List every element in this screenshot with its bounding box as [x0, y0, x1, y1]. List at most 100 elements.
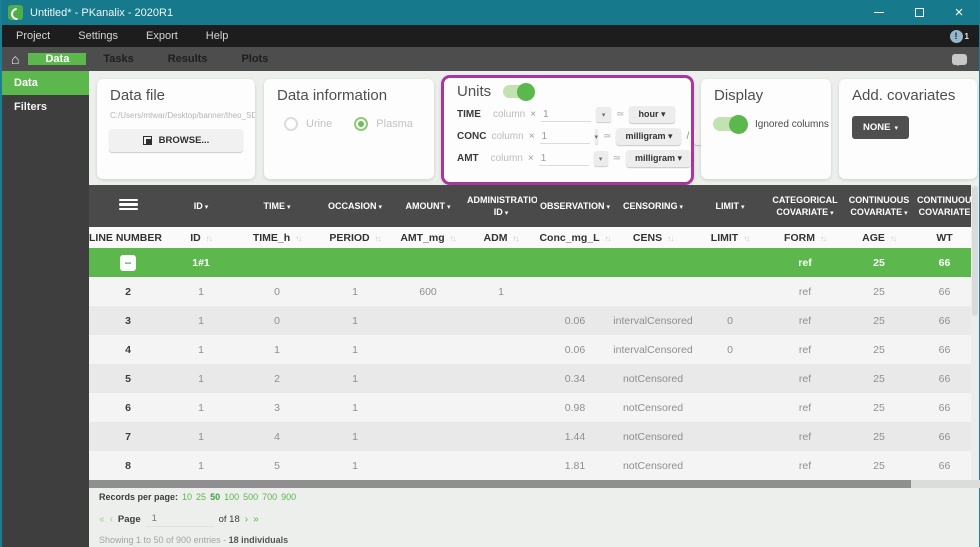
- menu-item-export[interactable]: Export: [132, 30, 192, 42]
- units-title: Units: [457, 83, 492, 100]
- records-option-10[interactable]: 10: [182, 492, 192, 502]
- add-covariates-none-button[interactable]: NONE ▾: [852, 116, 909, 139]
- column-header-line-number[interactable]: LINE NUMBER↑↓: [89, 227, 167, 248]
- table-cell: [465, 248, 537, 277]
- chevron-down-icon: ▾: [830, 209, 834, 217]
- mapping-header-observation[interactable]: OBSERVATION ▾: [537, 185, 613, 227]
- horizontal-scrollbar-thumb[interactable]: [89, 480, 911, 488]
- tab-results[interactable]: Results: [151, 53, 225, 65]
- mapping-header-continuous-covariate[interactable]: CONTINUOUS COVARIATE: [915, 185, 974, 227]
- page-number-input[interactable]: [145, 511, 214, 527]
- records-option-50[interactable]: 50: [210, 492, 220, 502]
- table-cell: [465, 306, 537, 335]
- units-toggle[interactable]: [503, 82, 536, 101]
- home-icon[interactable]: ⌂: [2, 47, 28, 71]
- close-button[interactable]: ×: [939, 0, 979, 25]
- column-header-amt-mg[interactable]: AMT_mg ↑↓: [391, 227, 465, 248]
- records-option-25[interactable]: 25: [196, 492, 206, 502]
- column-header-limit[interactable]: LIMIT ↑↓: [693, 227, 767, 248]
- unit-select-hour[interactable]: hour ▾: [629, 106, 675, 123]
- mapping-header-continuous-covariate[interactable]: CONTINUOUS COVARIATE ▾: [843, 185, 915, 227]
- browse-button[interactable]: BROWSE...: [109, 129, 243, 152]
- mapping-header-administration-id[interactable]: ADMINISTRATION ID ▾: [465, 185, 537, 227]
- sidebar-item-filters[interactable]: Filters: [2, 95, 89, 119]
- table-cell: 66: [938, 430, 951, 443]
- table-cell: [465, 422, 537, 451]
- tab-plots[interactable]: Plots: [224, 53, 285, 65]
- table-cell: ref: [798, 314, 812, 327]
- unit-factor-input[interactable]: [541, 107, 592, 122]
- column-header-adm[interactable]: ADM ↑↓: [465, 227, 537, 248]
- records-option-100[interactable]: 100: [224, 492, 239, 502]
- table-cell: ref: [798, 430, 812, 443]
- mapping-header-amount[interactable]: AMOUNT ▾: [391, 185, 465, 227]
- column-header-form[interactable]: FORM ↑↓: [767, 227, 843, 248]
- unit-factor-input[interactable]: [539, 129, 590, 144]
- unit-factor-input[interactable]: [538, 151, 589, 166]
- mapping-header-id[interactable]: ID ▾: [167, 185, 235, 227]
- first-page-button[interactable]: «: [99, 514, 105, 525]
- table-cell: 1: [198, 314, 204, 327]
- records-option-500[interactable]: 500: [243, 492, 258, 502]
- menu-item-settings[interactable]: Settings: [64, 30, 132, 42]
- radio-plasma[interactable]: [354, 117, 369, 131]
- table-cell: 66: [938, 314, 951, 327]
- feedback-bubble-icon[interactable]: [952, 53, 967, 66]
- column-header-period[interactable]: PERIOD ↑↓: [319, 227, 391, 248]
- radio-label-plasma: Plasma: [376, 118, 413, 130]
- unit-factor-dropdown[interactable]: ▾: [593, 151, 608, 166]
- prev-page-button[interactable]: ‹: [110, 514, 113, 525]
- collapse-row-button[interactable]: −: [120, 254, 136, 271]
- data-file-path: C:/Users/mtwar/Desktop/banner/theo_SD.cs…: [110, 111, 255, 120]
- last-page-button[interactable]: »: [253, 514, 259, 525]
- tab-data[interactable]: Data: [28, 53, 87, 65]
- horizontal-scrollbar[interactable]: [89, 480, 980, 488]
- table-cell: 1: [352, 430, 358, 443]
- column-header-id[interactable]: ID ↑↓: [167, 227, 235, 248]
- tab-tasks[interactable]: Tasks: [86, 53, 150, 65]
- table-cell: [391, 248, 465, 277]
- table-cell: 5: [125, 372, 131, 385]
- notification-icon[interactable]: !: [949, 29, 963, 43]
- unit-factor-dropdown[interactable]: ▾: [596, 107, 612, 122]
- mapping-header-occasion[interactable]: OCCASION ▾: [319, 185, 391, 227]
- column-header-age[interactable]: AGE ↑↓: [843, 227, 915, 248]
- next-page-button[interactable]: ›: [245, 514, 248, 525]
- column-header-cens[interactable]: CENS ↑↓: [613, 227, 693, 248]
- mapping-header-time[interactable]: TIME ▾: [235, 185, 319, 227]
- records-option-900[interactable]: 900: [281, 492, 296, 502]
- records-option-700[interactable]: 700: [262, 492, 277, 502]
- sidebar-item-data[interactable]: Data: [2, 71, 89, 95]
- chevron-down-icon: ▾: [606, 203, 611, 211]
- unit-column-word: column: [490, 153, 523, 164]
- vertical-scrollbar-thumb[interactable]: [972, 186, 978, 316]
- mapping-header-censoring[interactable]: CENSORING ▾: [613, 185, 693, 227]
- unit-select-milligram[interactable]: milligram ▾: [616, 128, 682, 145]
- chevron-down-icon: ▾: [378, 203, 383, 211]
- ignored-columns-toggle[interactable]: [713, 114, 748, 134]
- column-header-time-h[interactable]: TIME_h ↑↓: [235, 227, 319, 248]
- menu-item-project[interactable]: Project: [12, 30, 64, 42]
- mapping-header-limit[interactable]: LIMIT ▾: [693, 185, 767, 227]
- radio-urine[interactable]: [284, 117, 298, 131]
- table-cell: [391, 364, 465, 393]
- column-header-wt[interactable]: WT: [915, 227, 974, 248]
- unit-column-word: column: [493, 109, 526, 120]
- unit-select-milligram[interactable]: milligram ▾: [625, 150, 691, 167]
- menu-item-help[interactable]: Help: [192, 30, 243, 42]
- column-header-conc-mg-l[interactable]: Conc_mg_L ↑↓: [537, 227, 613, 248]
- maximize-button[interactable]: [899, 0, 939, 25]
- table-menu-button[interactable]: [89, 185, 167, 227]
- minimize-button[interactable]: [859, 0, 899, 25]
- table-row: 7 1 4 1 1.44 notCensored ref 25 66: [89, 422, 974, 451]
- table-cell: [235, 248, 319, 277]
- menu-icon: [118, 197, 138, 213]
- table-row: 6 1 3 1 0.98 notCensored ref 25 66: [89, 393, 974, 422]
- table-footer: Records per page: 10 25 50 100 500 700 900 « ‹ …: [99, 492, 699, 545]
- table-cell: notCensored: [622, 430, 684, 443]
- table-cell: [391, 393, 465, 422]
- table-cell: 1: [498, 285, 504, 298]
- unit-factor-dropdown[interactable]: ▾: [594, 129, 599, 144]
- vertical-scrollbar[interactable]: [971, 185, 979, 480]
- mapping-header-categorical-covariate[interactable]: CATEGORICAL COVARIATE ▾: [767, 185, 843, 227]
